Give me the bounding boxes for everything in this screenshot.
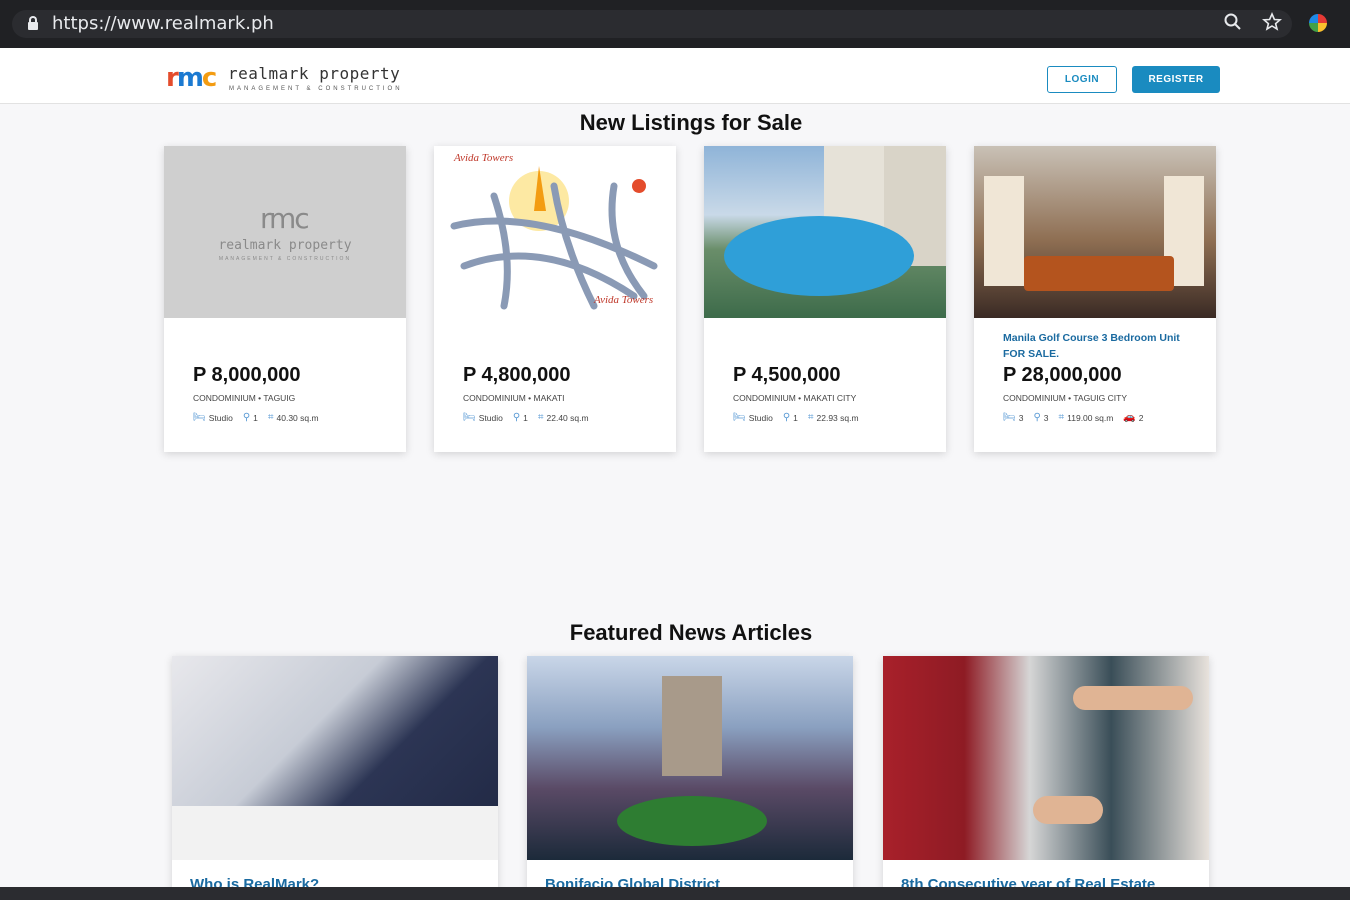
listing-category: CONDOMINIUM • TAGUIG CITY: [1003, 393, 1128, 403]
listing-card[interactable]: P 4,500,000 CONDOMINIUM • MAKATI CITY 🛏 S…: [704, 146, 946, 452]
listing-features: 🛏 Studio ⚲ 1 ⌗ 40.30 sq.m: [193, 412, 319, 423]
hand-shape: [1073, 686, 1193, 710]
news-heading: Featured News Articles: [569, 620, 813, 645]
news-keys-photo: [883, 656, 1209, 860]
area-icon: ⌗: [267, 412, 274, 423]
bookmark-star-icon[interactable]: [1261, 11, 1283, 36]
area-icon: ⌗: [1058, 412, 1065, 423]
listing-price: P 8,000,000: [193, 364, 301, 386]
bath-icon: ⚲: [1033, 412, 1041, 423]
bathrooms: 1: [523, 412, 528, 423]
bathrooms: 3: [1043, 412, 1049, 423]
bedrooms: Studio: [208, 412, 233, 423]
listing-placeholder-image: rmc realmark property MANAGEMENT & CONST…: [164, 146, 406, 318]
window-shape: [984, 176, 1024, 286]
news-business-photo: [172, 656, 498, 860]
bed-icon: 🛏: [193, 412, 206, 423]
register-button[interactable]: REGISTER: [1132, 66, 1220, 93]
listing-category: CONDOMINIUM • TAGUIG: [193, 393, 296, 403]
placeholder-logo-icon: rmc: [260, 202, 310, 235]
map-brand-top: Avida Towers: [454, 152, 514, 164]
listing-price: P 4,500,000: [733, 364, 841, 386]
logo-tagline: MANAGEMENT & CONSTRUCTION: [229, 86, 403, 92]
floor-area: 22.93 sq.m: [816, 412, 859, 423]
map-brand-bottom: Avida Towers: [594, 294, 654, 306]
bath-icon: ⚲: [242, 412, 251, 423]
placeholder-logo-name: realmark property: [218, 238, 352, 253]
car-icon: 🚗: [1123, 412, 1136, 423]
url-text[interactable]: https://www.realmark.ph: [52, 13, 274, 34]
bedrooms: Studio: [478, 412, 503, 423]
park-shape: [617, 796, 767, 846]
listing-card[interactable]: rmc realmark property MANAGEMENT & CONST…: [164, 146, 406, 452]
logo-mark-icon: rmc: [166, 63, 217, 93]
listing-category: CONDOMINIUM • MAKATI: [463, 393, 565, 403]
bath-icon: ⚲: [782, 412, 791, 423]
browser-bottom-bar: [0, 887, 1350, 900]
building-shape: [662, 676, 722, 776]
site-header: rmc realmark property MANAGEMENT & CONST…: [0, 48, 1350, 104]
extension-icon[interactable]: [1309, 14, 1327, 32]
listing-features: 🛏 3 ⚲ 3 ⌗ 119.00 sq.m 🚗 2: [1003, 412, 1143, 423]
bedrooms: 3: [1018, 412, 1024, 423]
area-icon: ⌗: [807, 412, 814, 423]
parking: 2: [1138, 412, 1144, 423]
bed-icon: 🛏: [463, 412, 476, 423]
bathrooms: 1: [793, 412, 798, 423]
desk-shape: [172, 806, 498, 860]
listing-price: P 4,800,000: [463, 364, 571, 386]
news-card[interactable]: Who is RealMark?: [172, 656, 498, 896]
listing-card[interactable]: Manila Golf Course 3 Bedroom Unit FOR SA…: [974, 146, 1216, 452]
news-card[interactable]: 8th Consecutive year of Real Estate: [883, 656, 1209, 896]
sofa-shape: [1024, 256, 1174, 291]
zoom-icon[interactable]: [1224, 13, 1242, 35]
bath-icon: ⚲: [512, 412, 521, 423]
listing-price: P 28,000,000: [1003, 364, 1122, 386]
listing-pool-photo: [704, 146, 946, 318]
news-city-photo: [527, 656, 853, 860]
news-card[interactable]: Bonifacio Global District: [527, 656, 853, 896]
listing-card[interactable]: Avida Towers Avida Towers P 4,800,000 CO…: [434, 146, 676, 452]
logo-name: realmark property: [228, 64, 401, 83]
pool-shape: [724, 216, 914, 296]
listing-title[interactable]: Manila Golf Course 3 Bedroom Unit FOR SA…: [1003, 330, 1193, 362]
bed-icon: 🛏: [1003, 412, 1016, 423]
hand-shape: [1033, 796, 1103, 824]
listing-features: 🛏 Studio ⚲ 1 ⌗ 22.40 sq.m: [463, 412, 589, 423]
bathrooms: 1: [253, 412, 258, 423]
bed-icon: 🛏: [733, 412, 746, 423]
listing-category: CONDOMINIUM • MAKATI CITY: [733, 393, 857, 403]
placeholder-logo-tagline: MANAGEMENT & CONSTRUCTION: [218, 256, 352, 262]
bedrooms: Studio: [748, 412, 773, 423]
listing-interior-photo: [974, 146, 1216, 318]
lock-icon[interactable]: [28, 16, 38, 30]
listing-map-image: Avida Towers Avida Towers: [434, 146, 676, 318]
area-icon: ⌗: [537, 412, 544, 423]
listing-features: 🛏 Studio ⚲ 1 ⌗ 22.93 sq.m: [733, 412, 859, 423]
floor-area: 119.00 sq.m: [1067, 412, 1114, 423]
login-button[interactable]: LOGIN: [1047, 66, 1117, 93]
browser-toolbar: https://www.realmark.ph: [0, 0, 1350, 48]
floor-area: 40.30 sq.m: [276, 412, 319, 423]
floor-area: 22.40 sq.m: [546, 412, 589, 423]
listings-heading: New Listings for Sale: [579, 110, 803, 135]
